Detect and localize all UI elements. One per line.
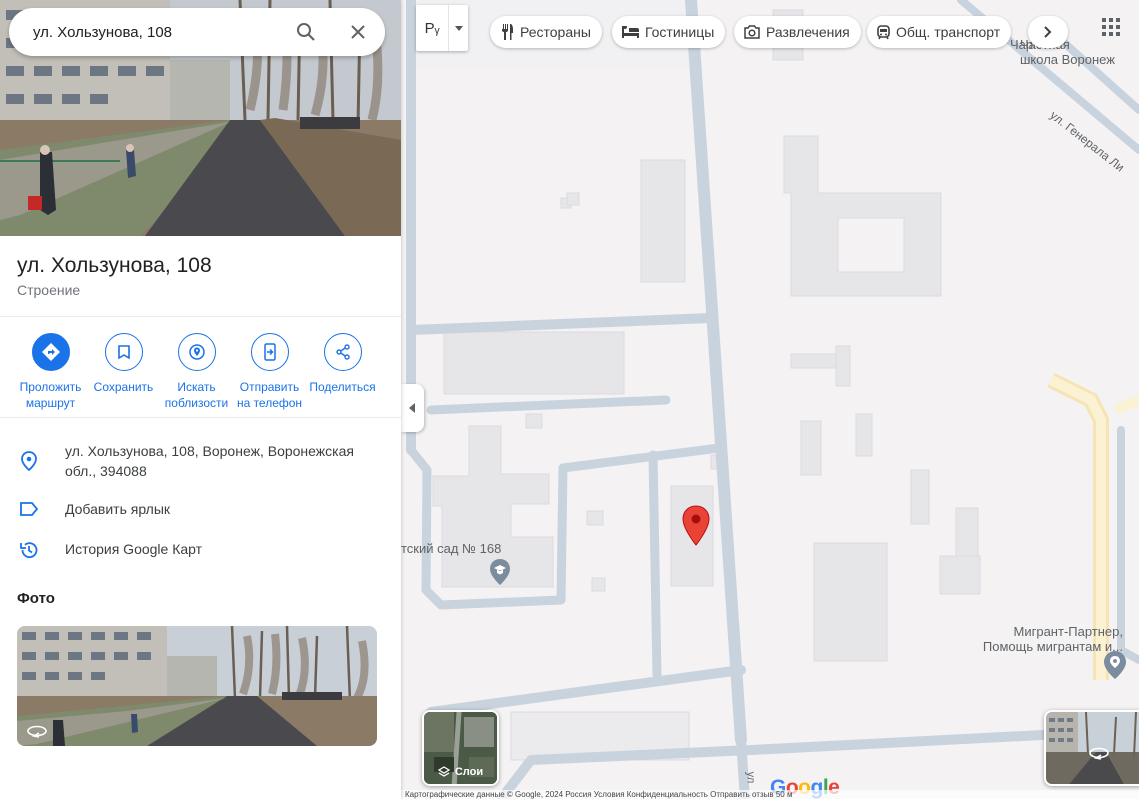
map-copyright[interactable]: Картографические данные © Google, 2024 Р… xyxy=(401,790,1139,799)
hotel-icon xyxy=(622,26,639,38)
save-label: Сохранить xyxy=(93,380,154,394)
bookmark-icon xyxy=(117,345,130,359)
place-category[interactable]: Строение xyxy=(17,282,80,298)
photo-thumbnail xyxy=(17,626,377,746)
collapse-panel-button[interactable] xyxy=(401,384,424,432)
search-button[interactable] xyxy=(281,8,331,56)
chip-entertainment[interactable]: Развлечения xyxy=(734,16,861,48)
photos-heading: Фото xyxy=(17,590,55,607)
street-view-360-icon xyxy=(27,725,47,738)
input-tools-label: Рᵧ xyxy=(424,19,440,37)
search-icon xyxy=(297,23,315,41)
send-to-phone-button[interactable]: Отправить на телефон xyxy=(233,333,306,411)
nearby-icon xyxy=(188,344,205,360)
apps-grid-icon[interactable] xyxy=(1098,14,1124,40)
layers-button[interactable]: Слои xyxy=(422,710,499,786)
service-pin-icon[interactable] xyxy=(1103,650,1127,680)
map-canvas[interactable]: Чар Частная школа Воронеж ул. Генерала Л… xyxy=(401,0,1139,799)
history-icon xyxy=(20,542,38,559)
divider xyxy=(0,417,401,418)
history-text: История Google Карт xyxy=(65,541,203,557)
address-row[interactable]: ул. Хользунова, 108, Воронеж, Воронежска… xyxy=(0,441,401,481)
search-input[interactable]: ул. Хользунова, 108 xyxy=(9,24,281,41)
restaurant-icon xyxy=(502,24,513,40)
label-icon xyxy=(20,502,39,516)
place-title: ул. Хользунова, 108 xyxy=(17,254,212,277)
directions-icon xyxy=(41,343,60,361)
search-nearby-button[interactable]: Искать поблизости xyxy=(160,333,233,411)
map-label-migrant[interactable]: Мигрант-Партнер, Помощь мигрантам и... xyxy=(956,624,1123,654)
chips-more-button[interactable] xyxy=(1028,16,1068,48)
send-to-phone-label: Отправить на телефон xyxy=(236,380,303,410)
camera-icon xyxy=(744,25,760,39)
street-view-thumbnail[interactable] xyxy=(1044,710,1139,786)
add-label-row[interactable]: Добавить ярлык xyxy=(0,499,401,519)
chevron-down-icon[interactable] xyxy=(448,5,468,51)
chip-hotels[interactable]: Гостиницы xyxy=(612,16,726,48)
place-panel: ул. Хользунова, 108 ул. Хользунова, 108 … xyxy=(0,0,401,799)
send-to-phone-icon xyxy=(263,343,276,361)
photo-street-view[interactable] xyxy=(17,626,377,746)
save-button[interactable]: Сохранить xyxy=(87,333,160,411)
search-nearby-label: Искать поблизости xyxy=(164,380,229,410)
street-view-360-icon xyxy=(1089,747,1109,760)
address-text: ул. Хользунова, 108, Воронеж, Воронежска… xyxy=(65,443,354,479)
map-base-layer xyxy=(406,0,1139,799)
divider xyxy=(0,316,401,317)
chip-transit-label: Общ. транспорт xyxy=(896,24,1001,40)
chip-restaurants[interactable]: Рестораны xyxy=(490,16,602,48)
chevron-right-icon xyxy=(1044,26,1052,38)
chip-hotels-label: Гостиницы xyxy=(645,24,715,40)
location-marker-icon[interactable] xyxy=(681,505,711,547)
transit-icon xyxy=(877,24,890,39)
directions-label: Проложить маршрут xyxy=(19,380,82,410)
school-pin-icon[interactable] xyxy=(489,558,511,586)
add-label-text: Добавить ярлык xyxy=(65,501,171,517)
share-label: Поделиться xyxy=(309,380,376,394)
map-label-kindergarten[interactable]: тский сад № 168 xyxy=(401,541,501,556)
layers-label: Слои xyxy=(454,766,484,778)
clear-search-button[interactable] xyxy=(331,8,385,56)
close-icon xyxy=(351,25,365,39)
history-row[interactable]: История Google Карт xyxy=(0,539,401,560)
chip-entertainment-label: Развлечения xyxy=(766,24,850,40)
location-pin-icon xyxy=(21,451,37,471)
directions-button[interactable]: Проложить маршрут xyxy=(14,333,87,411)
chip-transit[interactable]: Общ. транспорт xyxy=(867,16,1012,48)
share-icon xyxy=(335,344,350,360)
input-tools-button[interactable]: Рᵧ xyxy=(416,5,468,51)
map-label-street-bottom: ул xyxy=(744,771,757,784)
share-button[interactable]: Поделиться xyxy=(306,333,379,411)
chevron-left-icon xyxy=(409,403,415,413)
chip-restaurants-label: Рестораны xyxy=(520,24,591,40)
layers-icon xyxy=(437,766,450,777)
action-buttons: Проложить маршрут Сохранить Искать побли… xyxy=(14,333,379,411)
search-box[interactable]: ул. Хользунова, 108 xyxy=(9,8,385,56)
